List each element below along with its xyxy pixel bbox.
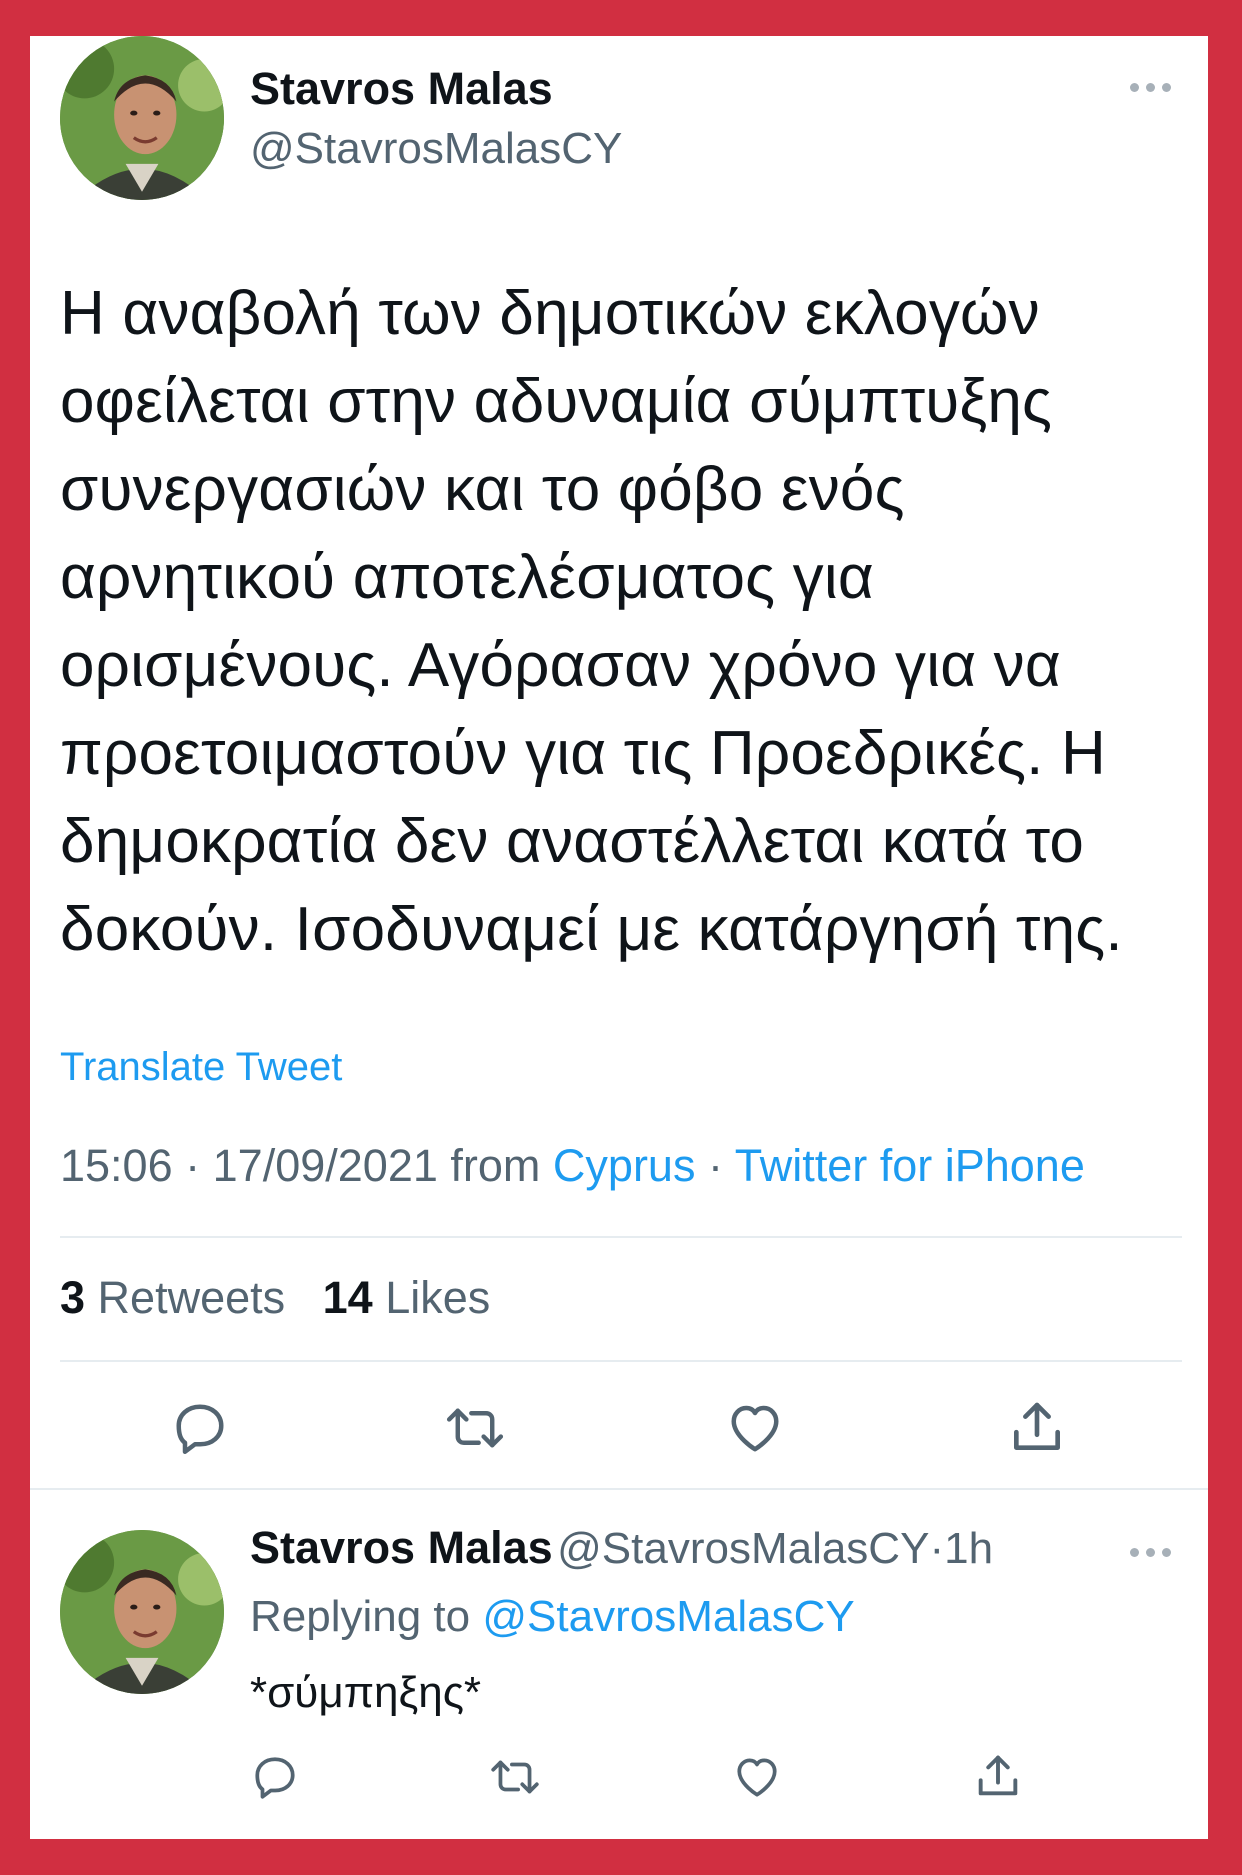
meta-separator: · (185, 1140, 201, 1191)
divider (30, 1488, 1208, 1490)
tweet-text: Η αναβολή των δημοτικών εκλογών οφείλετα… (60, 279, 1123, 964)
tweet-metadata: 15:06 · 17/09/2021 from Cyprus · Twitter… (60, 1140, 1085, 1192)
reply-author-handle[interactable]: @StavrosMalasCY (557, 1524, 929, 1573)
reply-separator: · (929, 1524, 945, 1573)
author-handle[interactable]: @StavrosMalasCY (250, 124, 622, 174)
retweets-count: 3 (60, 1272, 86, 1323)
reply-icon[interactable] (250, 1752, 300, 1802)
heart-icon[interactable] (725, 1398, 785, 1458)
meta-separator: · (707, 1140, 723, 1191)
avatar-photo (60, 1530, 224, 1694)
replying-to-handle[interactable]: @StavrosMalasCY (482, 1592, 854, 1641)
retweets-label: Retweets (97, 1272, 286, 1323)
from-label: from (450, 1140, 541, 1191)
share-icon[interactable] (1006, 1396, 1068, 1458)
share-icon[interactable] (972, 1750, 1024, 1802)
reply-text: *σύμπηξης* (250, 1668, 482, 1717)
more-options-icon[interactable] (1130, 1548, 1171, 1557)
likes-stat[interactable]: 14 Likes (323, 1272, 491, 1323)
reply-age[interactable]: 1h (944, 1524, 993, 1573)
avatar-photo (60, 36, 224, 200)
reply-header: Stavros Malas @StavrosMalasCY·1h (250, 1522, 993, 1574)
tweet-date: 17/09/2021 (212, 1140, 438, 1191)
tweet-time: 15:06 (60, 1140, 173, 1191)
heart-icon[interactable] (732, 1752, 782, 1802)
replying-to-line: Replying to @StavrosMalasCY (250, 1592, 855, 1642)
replying-to-label: Replying to (250, 1592, 471, 1641)
divider (60, 1236, 1182, 1238)
retweet-icon[interactable] (443, 1398, 507, 1458)
reply-author-avatar[interactable] (60, 1530, 224, 1694)
reply-icon[interactable] (170, 1398, 230, 1458)
source-link[interactable]: Twitter for iPhone (735, 1140, 1085, 1191)
author-name[interactable]: Stavros Malas (250, 63, 553, 115)
retweets-stat[interactable]: 3 Retweets (60, 1272, 285, 1323)
retweet-icon[interactable] (488, 1752, 542, 1802)
translate-tweet-link[interactable]: Translate Tweet (60, 1045, 342, 1090)
author-avatar[interactable] (60, 36, 224, 200)
likes-count: 14 (322, 1272, 373, 1323)
location-link[interactable]: Cyprus (553, 1140, 696, 1191)
likes-label: Likes (385, 1272, 491, 1323)
tweet-stats: 3 Retweets 14 Likes (60, 1272, 490, 1324)
divider (60, 1360, 1182, 1362)
reply-author-name[interactable]: Stavros Malas (250, 1522, 553, 1573)
more-options-icon[interactable] (1130, 83, 1171, 92)
